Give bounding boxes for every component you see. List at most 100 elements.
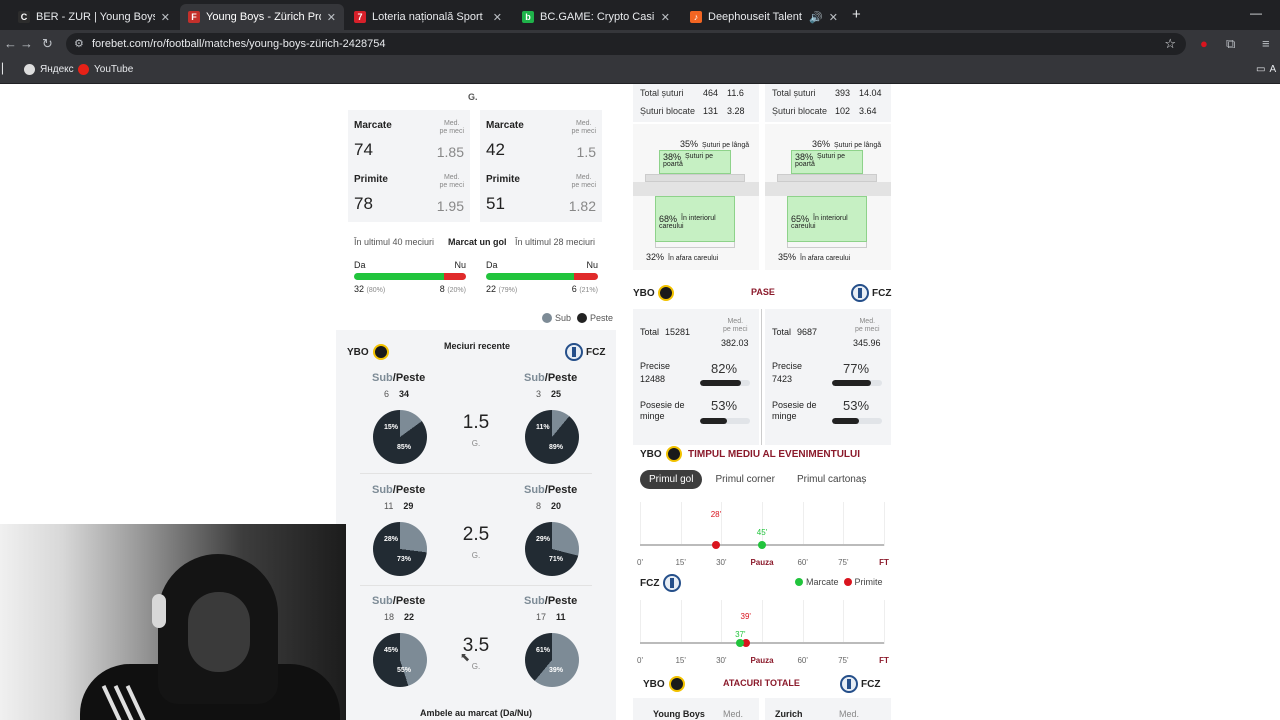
home-pie-1: 28% 73%: [373, 522, 427, 576]
bookmark-yandex[interactable]: Яндекс: [24, 64, 74, 75]
yandex-icon: [24, 64, 35, 75]
shots-outside: 35% În afara careului: [778, 252, 850, 262]
timeline-tick: FT: [879, 558, 889, 567]
passes-divider: [761, 309, 762, 445]
under-label: Sub: [555, 313, 572, 323]
conceded-label: Primite: [486, 174, 520, 185]
inside-label-2: careului: [791, 223, 816, 230]
away-under-over-counts: 3 25: [536, 389, 561, 399]
all-bookmarks[interactable]: ▭ A: [1256, 64, 1276, 75]
away-pie-0: 11% 89%: [525, 410, 579, 464]
under-word: Sub: [372, 372, 393, 384]
scored-label: Marcate: [806, 577, 839, 587]
possession-label-1: Posesie de: [772, 400, 817, 410]
total-label: Total: [772, 327, 792, 337]
timeline-gridline: [802, 502, 804, 546]
ybo-scored-bar: Da Nu 32 (80%) 8 (20%): [354, 260, 466, 294]
browser-tab[interactable]: 7 Loteria națională Sport ✕: [346, 4, 510, 30]
over-word: /Peste: [544, 372, 578, 384]
conceded-avg: 1.95: [436, 198, 464, 214]
away-under-over-label: Sub/Peste: [524, 595, 577, 607]
tab-scored-goal[interactable]: Marcat un gol: [448, 237, 507, 247]
possession-pct: 53%: [711, 398, 738, 413]
tab-first-goal[interactable]: Primul gol: [640, 470, 703, 489]
menu-icon[interactable]: ≡: [1262, 36, 1270, 51]
attacks-title: ATACURI TOTALE: [723, 678, 800, 688]
ybo-logo-icon: [372, 344, 389, 360]
blocked-shots-avg: 3.28: [727, 106, 745, 116]
bookmark-apps-icon[interactable]: ▏: [2, 64, 10, 75]
precise-value: 7423: [772, 374, 793, 384]
browser-tab[interactable]: ♪ Deephouseit Talent Mix - dj 🔊 ✕: [682, 4, 846, 30]
timeline-axis: [640, 642, 884, 644]
timeline-tick: Pauza: [750, 558, 774, 567]
close-tab-icon[interactable]: ✕: [493, 11, 502, 24]
timeline-tick: 60': [797, 656, 808, 665]
home-pie-2: 45% 55%: [373, 633, 427, 687]
close-tab-icon[interactable]: ✕: [161, 11, 170, 24]
shots-on-target-pct: 38%: [795, 152, 814, 162]
forward-icon[interactable]: →: [20, 36, 33, 51]
profile-icon[interactable]: ●: [1200, 36, 1208, 51]
precise-label: Precise: [640, 361, 671, 371]
timeline-gridline: [680, 600, 682, 644]
goal-frame: [645, 174, 745, 182]
scored-avg: 1.85: [436, 144, 464, 160]
passes-title: PASE: [751, 287, 775, 297]
webcam-overlay: [0, 524, 346, 720]
minimize-icon[interactable]: —: [1250, 6, 1262, 20]
away-pie-1: 29% 71%: [525, 522, 579, 576]
timeline-gridline: [884, 502, 885, 546]
tab-last-28[interactable]: În ultimul 28 meciuri: [515, 237, 595, 247]
headphones-icon: [152, 594, 166, 628]
scored-value: 74: [354, 140, 373, 159]
close-tab-icon[interactable]: ✕: [327, 11, 336, 24]
home-under-over-label: Sub/Peste: [372, 372, 425, 384]
precise-bar-fill: [700, 380, 741, 386]
no-label: Nu: [586, 260, 598, 270]
over-word: /Peste: [544, 484, 578, 496]
yes-fill: [486, 273, 575, 280]
ybo-goals-box: Marcate Med. pe meci 74 1.85 Primite Med.…: [348, 110, 470, 222]
blocked-shots-label: Șuturi blocate: [772, 106, 828, 116]
shots-inside-pct: 68%: [659, 214, 678, 224]
row-divider: [360, 473, 592, 474]
browser-tab[interactable]: b BC.GAME: Crypto Casino Games ✕: [514, 4, 678, 30]
yes-label: Da: [486, 260, 498, 270]
browser-tab[interactable]: C BER - ZUR | Young Boys v Zurich ✕: [10, 4, 178, 30]
yes-fill: [354, 273, 444, 280]
avg-label: Med. pe meci: [439, 174, 464, 190]
tab-first-card[interactable]: Primul cartonaș: [788, 470, 875, 489]
scored-marker: [736, 639, 745, 647]
fcz-event-timeline: 0' 15' 30' Pauza 60' 75' FT 39' 37': [637, 600, 889, 665]
goal-frame: [777, 174, 877, 182]
conceded-value: 78: [354, 194, 373, 213]
site-info-icon[interactable]: ⚙: [74, 37, 84, 50]
tab-favicon-icon: b: [522, 11, 534, 23]
url-field[interactable]: ⚙ forebet.com/ro/football/matches/young-…: [66, 33, 1186, 55]
under-word: Sub: [524, 595, 545, 607]
extensions-icon[interactable]: ⧉: [1226, 36, 1235, 52]
bookmarks-bar: ▏ Яндекс YouTube ▭ A: [0, 58, 1280, 84]
new-tab-icon[interactable]: +: [852, 6, 861, 23]
back-icon[interactable]: ←: [4, 36, 17, 51]
home-team-code: YBO: [643, 678, 665, 690]
tab-first-corner[interactable]: Primul corner: [706, 470, 783, 489]
bookmark-star-icon[interactable]: ☆: [1164, 36, 1176, 52]
conceded-minute: 39': [740, 612, 751, 621]
pass-home-tag: YBO: [633, 285, 674, 301]
away-under-over-label: Sub/Peste: [524, 484, 577, 496]
close-tab-icon[interactable]: ✕: [661, 11, 670, 24]
over-pct: 55%: [397, 667, 412, 674]
bookmark-label: A: [1269, 64, 1277, 75]
reload-icon[interactable]: ↻: [42, 36, 53, 52]
tab-last-40[interactable]: În ultimul 40 meciuri: [354, 237, 434, 247]
timeline-tick: 0': [637, 558, 643, 567]
tab-title: BC.GAME: Crypto Casino Games: [540, 11, 655, 23]
fcz-logo-icon: [840, 675, 858, 693]
fcz-goals-box: Marcate Med. pe meci 42 1.5 Primite Med. p…: [480, 110, 602, 222]
speaker-icon[interactable]: 🔊: [809, 11, 823, 24]
close-tab-icon[interactable]: ✕: [829, 11, 838, 24]
browser-tab-active[interactable]: F Young Boys - Zürich Pronosticuri ✕: [180, 4, 344, 30]
bookmark-youtube[interactable]: YouTube: [78, 64, 133, 75]
